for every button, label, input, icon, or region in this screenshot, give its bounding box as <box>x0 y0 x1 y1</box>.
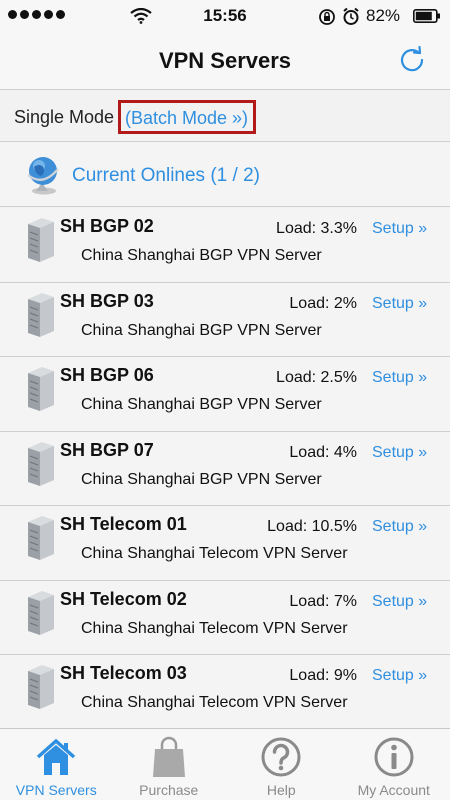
setup-link[interactable]: Setup » <box>372 518 427 536</box>
tab-my-account[interactable]: My Account <box>338 729 450 800</box>
server-icon <box>28 516 54 560</box>
server-description: China Shanghai BGP VPN Server <box>81 247 322 264</box>
tab-help[interactable]: Help <box>225 729 338 800</box>
refresh-icon[interactable] <box>396 44 428 76</box>
info-icon <box>374 737 414 777</box>
server-row[interactable]: SH Telecom 01 Load: 10.5% Setup » China … <box>0 506 450 581</box>
server-name: SH BGP 02 <box>60 216 154 236</box>
server-row[interactable]: SH BGP 07 Load: 4% Setup » China Shangha… <box>0 431 450 506</box>
globe-icon <box>27 157 59 195</box>
question-icon <box>261 737 301 777</box>
setup-link[interactable]: Setup » <box>372 369 427 387</box>
setup-link[interactable]: Setup » <box>372 220 427 238</box>
mode-bar: Single Mode (Batch Mode ») <box>0 91 450 142</box>
server-load: Load: 9% <box>289 667 357 684</box>
setup-link[interactable]: Setup » <box>372 444 427 462</box>
current-onlines-row[interactable]: Current Onlines (1 / 2) <box>0 143 450 207</box>
server-load: Load: 7% <box>289 592 357 610</box>
server-load: Load: 2.5% <box>276 369 357 386</box>
server-name: SH Telecom 03 <box>60 663 187 683</box>
alarm-icon <box>343 7 359 25</box>
server-load: Load: 3.3% <box>276 220 357 237</box>
server-icon <box>28 665 54 709</box>
page-title: VPN Servers <box>158 48 292 73</box>
server-icon <box>28 590 54 635</box>
battery-icon <box>413 9 440 23</box>
server-row[interactable]: SH BGP 06 Load: 2.5% Setup » China Shang… <box>0 357 450 432</box>
server-load: Load: 10.5% <box>267 518 357 535</box>
server-icon <box>28 441 54 486</box>
server-icon <box>28 292 54 337</box>
server-description: China Shanghai BGP VPN Server <box>81 321 322 339</box>
server-icon <box>28 367 54 411</box>
server-load: Load: 4% <box>289 443 357 461</box>
shopping-bag-icon <box>152 736 185 777</box>
battery-percentage: 82% <box>366 6 401 25</box>
nav-bar: VPN Servers <box>0 32 450 90</box>
setup-link[interactable]: Setup » <box>372 593 427 611</box>
server-row[interactable]: SH BGP 02 Load: 3.3% Setup » China Shang… <box>0 208 450 283</box>
server-name: SH Telecom 02 <box>60 588 187 609</box>
server-list: SH BGP 02 Load: 3.3% Setup » China Shang… <box>0 208 450 730</box>
tab-label: Purchase <box>139 782 199 798</box>
tab-label: My Account <box>357 782 430 798</box>
server-name: SH BGP 06 <box>60 365 154 385</box>
server-description: China Shanghai BGP VPN Server <box>81 470 322 488</box>
tab-label: VPN Servers <box>15 782 97 798</box>
setup-link[interactable]: Setup » <box>372 667 427 685</box>
server-name: SH BGP 03 <box>60 290 154 311</box>
tab-label: Help <box>266 782 296 798</box>
server-row[interactable]: SH BGP 03 Load: 2% Setup » China Shangha… <box>0 282 450 357</box>
status-bar: 15:56 82% <box>0 0 450 32</box>
rotation-lock-icon <box>319 9 335 25</box>
single-mode-label: Single Mode <box>14 107 115 127</box>
server-row[interactable]: SH Telecom 02 Load: 7% Setup » China Sha… <box>0 580 450 655</box>
setup-link[interactable]: Setup » <box>372 295 427 313</box>
server-description: China Shanghai Telecom VPN Server <box>81 694 348 711</box>
tab-purchase[interactable]: Purchase <box>113 729 226 800</box>
server-name: SH BGP 07 <box>60 439 154 460</box>
current-onlines-label: Current Onlines (1 / 2) <box>72 165 260 186</box>
tab-vpn-servers[interactable]: VPN Servers <box>0 729 113 800</box>
server-row[interactable]: SH Telecom 03 Load: 9% Setup » China Sha… <box>0 655 450 730</box>
server-icon <box>28 218 54 262</box>
server-load: Load: 2% <box>289 294 357 312</box>
server-description: China Shanghai BGP VPN Server <box>81 396 322 413</box>
tab-bar: VPN Servers Purchase Help My Account <box>0 728 450 800</box>
batch-mode-link[interactable]: (Batch Mode ») <box>118 100 257 134</box>
server-description: China Shanghai Telecom VPN Server <box>81 545 348 562</box>
server-name: SH Telecom 01 <box>60 514 187 534</box>
home-icon <box>37 739 76 775</box>
server-description: China Shanghai Telecom VPN Server <box>81 619 348 637</box>
